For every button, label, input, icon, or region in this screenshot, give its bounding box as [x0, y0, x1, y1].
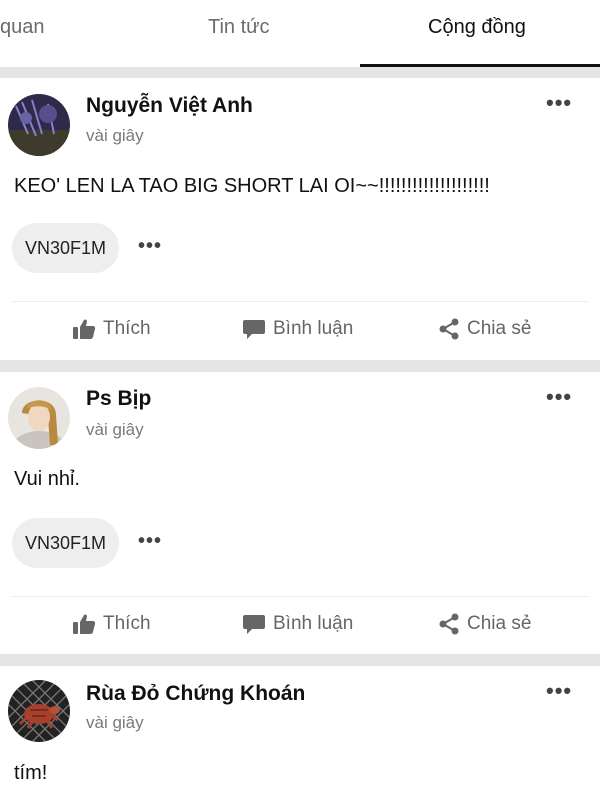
thumbs-up-icon: [73, 614, 96, 634]
post-divider: [12, 301, 588, 302]
ticker-tag-chip[interactable]: VN30F1M: [12, 223, 120, 273]
avatar[interactable]: [8, 680, 70, 742]
post-time: vài giây: [86, 420, 144, 439]
comment-bubble-icon: [243, 320, 265, 339]
comment-label: Bình luận: [273, 318, 354, 339]
more-options-icon[interactable]: •••: [546, 678, 572, 704]
share-label: Chia sẻ: [467, 613, 532, 634]
more-options-icon[interactable]: •••: [546, 90, 572, 116]
post-divider: [12, 596, 588, 597]
post-separator: [0, 654, 600, 666]
avatar[interactable]: [8, 94, 70, 156]
tab-cong-dong[interactable]: Cộng đồng: [428, 16, 526, 39]
like-button[interactable]: Thích: [72, 318, 151, 340]
share-button[interactable]: Chia sẻ: [438, 613, 531, 635]
like-label: Thích: [103, 318, 151, 339]
tab-tin-tuc[interactable]: Tin tức: [208, 16, 270, 39]
post-card: Nguyễn Việt Anh vài giây ••• KEO' LEN LA…: [0, 78, 600, 360]
post-author[interactable]: Nguyễn Việt Anh: [86, 94, 253, 118]
post-separator: [0, 360, 600, 372]
post-author[interactable]: Ps Bịp: [86, 387, 151, 411]
tab-tong-quan[interactable]: quan: [0, 16, 45, 39]
share-icon: [439, 613, 459, 635]
comment-button[interactable]: Bình luận: [242, 613, 353, 635]
share-icon: [439, 318, 459, 340]
post-card: Ps Bịp vài giây ••• Vui nhỉ. VN30F1M •••…: [0, 372, 600, 654]
more-options-icon[interactable]: •••: [546, 384, 572, 410]
post-time: vài giây: [86, 126, 144, 145]
post-content: KEO' LEN LA TAO BIG SHORT LAI OI~~!!!!!!…: [14, 175, 490, 197]
share-label: Chia sẻ: [467, 318, 532, 339]
section-separator: [0, 68, 600, 78]
like-button[interactable]: Thích: [72, 613, 151, 635]
post-content: tím!: [14, 762, 48, 784]
post-card: Rùa Đỏ Chứng Khoán vài giây ••• tím!: [0, 666, 600, 800]
tag-more-icon[interactable]: •••: [138, 235, 162, 258]
avatar[interactable]: [8, 387, 70, 449]
tag-more-icon[interactable]: •••: [138, 530, 162, 553]
post-content: Vui nhỉ.: [14, 468, 80, 490]
comment-bubble-icon: [243, 615, 265, 634]
post-author[interactable]: Rùa Đỏ Chứng Khoán: [86, 682, 305, 706]
post-time: vài giây: [86, 713, 144, 732]
share-button[interactable]: Chia sẻ: [438, 318, 531, 340]
like-label: Thích: [103, 613, 151, 634]
thumbs-up-icon: [73, 319, 96, 339]
top-tab-bar: quan Tin tức Cộng đồng: [0, 0, 600, 68]
ticker-tag-chip[interactable]: VN30F1M: [12, 518, 120, 568]
comment-label: Bình luận: [273, 613, 354, 634]
comment-button[interactable]: Bình luận: [242, 318, 353, 340]
